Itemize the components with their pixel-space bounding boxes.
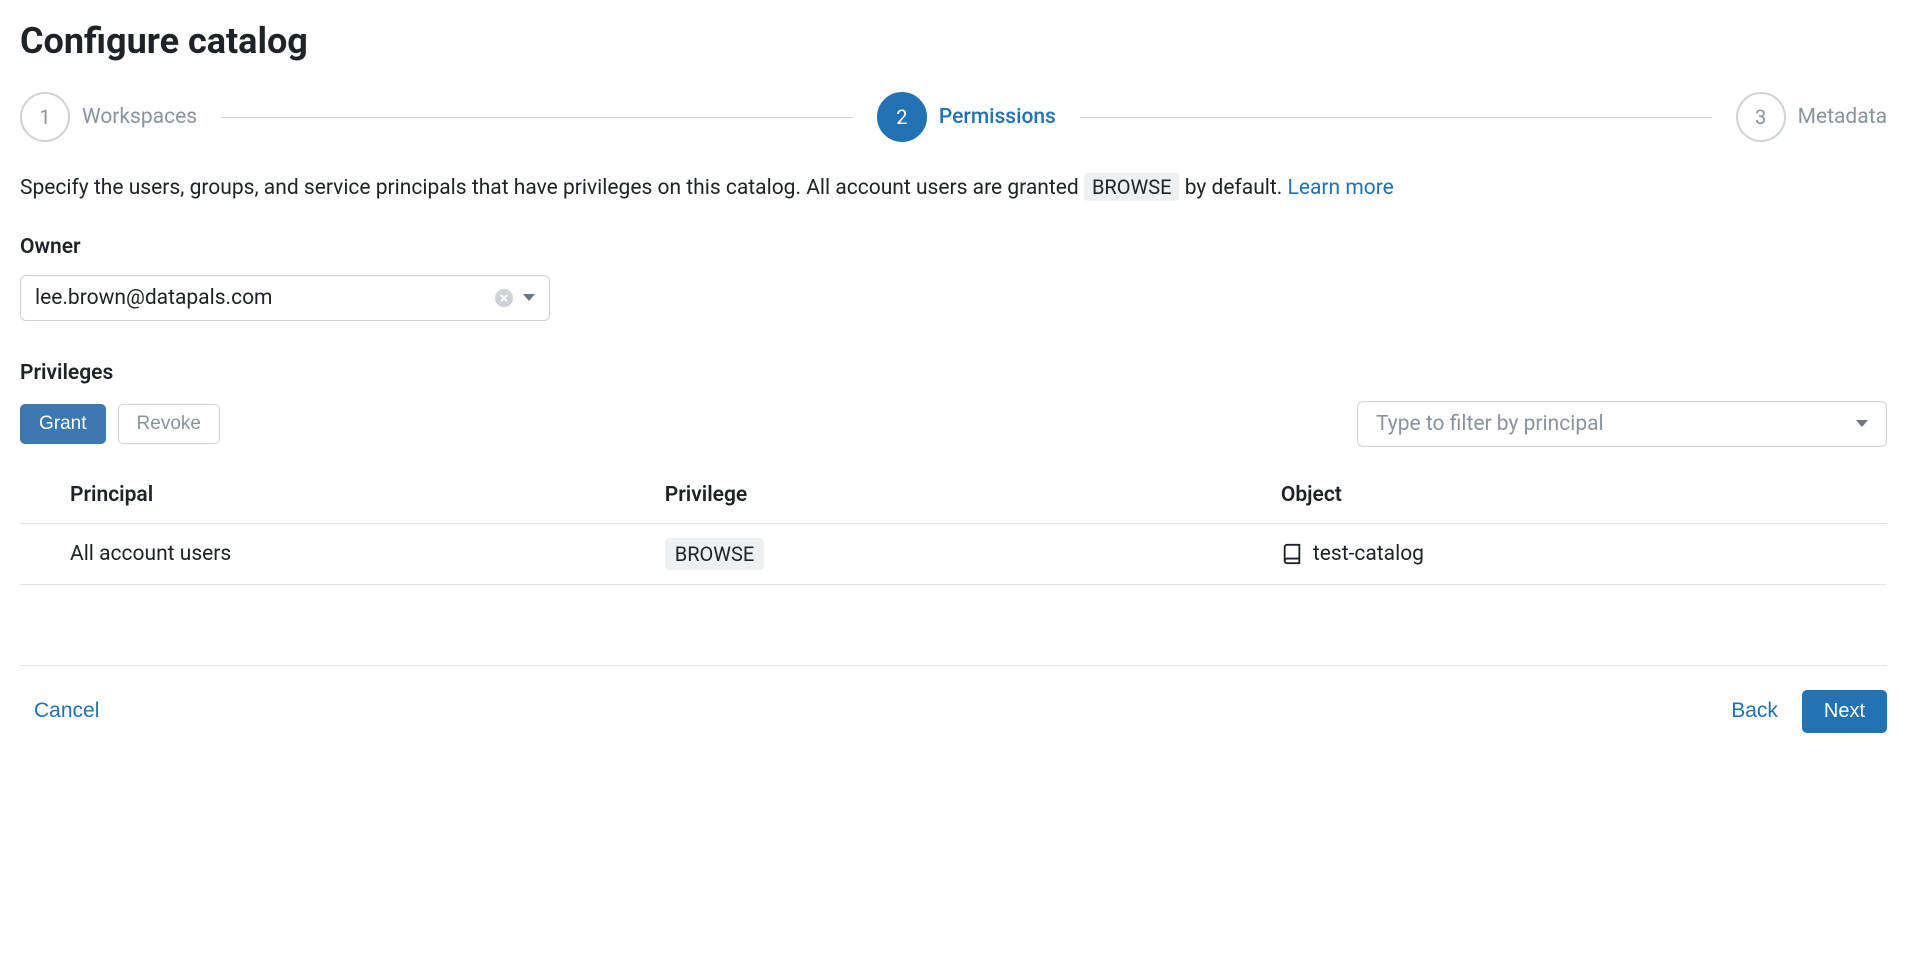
owner-select[interactable]: lee.brown@datapals.com — [20, 275, 550, 321]
table-row[interactable]: All account users BROWSE test-catalog — [20, 523, 1887, 584]
object-name: test-catalog — [1313, 542, 1424, 566]
step-label-2: Permissions — [939, 105, 1056, 129]
step-workspaces[interactable]: 1 Workspaces — [20, 92, 197, 142]
filter-principal-select[interactable]: Type to filter by principal — [1357, 401, 1887, 447]
learn-more-link[interactable]: Learn more — [1288, 176, 1394, 200]
filter-placeholder: Type to filter by principal — [1376, 412, 1604, 436]
step-circle-1: 1 — [20, 92, 70, 142]
revoke-button[interactable]: Revoke — [118, 404, 220, 444]
step-metadata[interactable]: 3 Metadata — [1736, 92, 1887, 142]
privilege-badge: BROWSE — [665, 538, 765, 570]
browse-badge: BROWSE — [1084, 173, 1180, 201]
step-line — [1080, 117, 1712, 118]
permissions-description: Specify the users, groups, and service p… — [20, 172, 1887, 205]
cell-principal: All account users — [20, 523, 655, 584]
step-label-3: Metadata — [1798, 105, 1887, 129]
privileges-table: Principal Privilege Object All account u… — [20, 467, 1887, 585]
cancel-button[interactable]: Cancel — [20, 693, 113, 729]
step-circle-2: 2 — [877, 92, 927, 142]
col-privilege: Privilege — [655, 467, 1271, 524]
description-text: Specify the users, groups, and service p… — [20, 176, 1084, 200]
grant-button[interactable]: Grant — [20, 404, 106, 444]
page-title: Configure catalog — [20, 20, 1887, 62]
wizard-footer: Cancel Back Next — [20, 665, 1887, 733]
cell-object: test-catalog — [1271, 523, 1887, 584]
owner-label: Owner — [20, 235, 1887, 259]
chevron-down-icon[interactable] — [523, 294, 535, 301]
catalog-icon — [1281, 543, 1303, 565]
chevron-down-icon[interactable] — [1856, 420, 1868, 427]
clear-icon[interactable] — [495, 289, 513, 307]
step-permissions[interactable]: 2 Permissions — [877, 92, 1056, 142]
col-principal: Principal — [20, 467, 655, 524]
cell-privilege: BROWSE — [655, 523, 1271, 584]
step-line — [221, 117, 853, 118]
owner-value: lee.brown@datapals.com — [35, 286, 272, 310]
col-object: Object — [1271, 467, 1887, 524]
back-button[interactable]: Back — [1717, 693, 1792, 729]
next-button[interactable]: Next — [1802, 690, 1887, 733]
step-label-1: Workspaces — [82, 105, 197, 129]
step-circle-3: 3 — [1736, 92, 1786, 142]
privileges-label: Privileges — [20, 361, 1887, 385]
description-text-after: by default. — [1185, 176, 1288, 200]
wizard-stepper: 1 Workspaces 2 Permissions 3 Metadata — [20, 92, 1887, 142]
